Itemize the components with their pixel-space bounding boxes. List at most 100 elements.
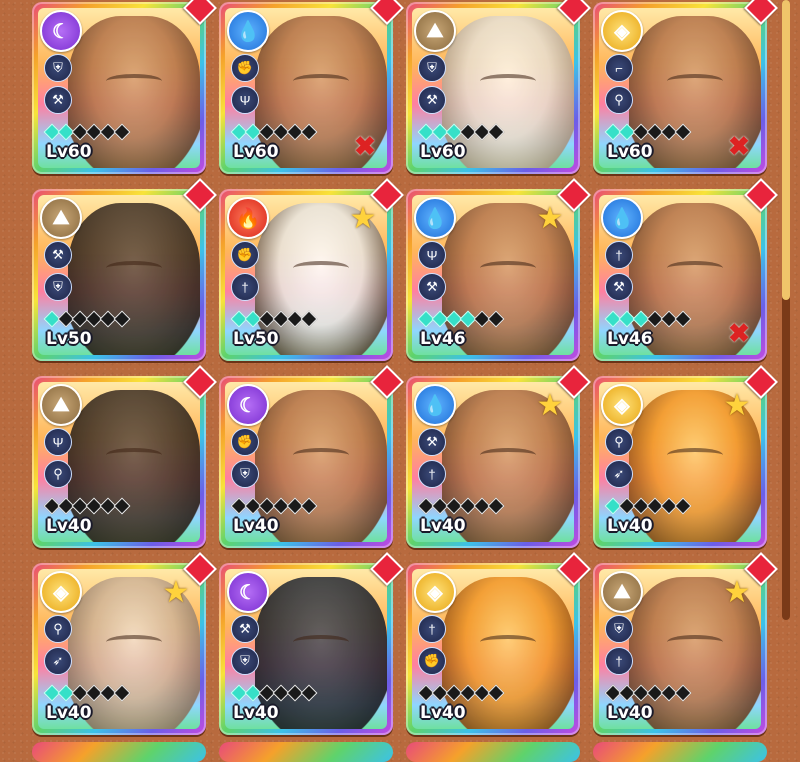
bow-icon: ➶: [44, 647, 72, 675]
character-card[interactable]: ⛰ ⛨ † Lv40 ★: [593, 552, 778, 735]
character-card[interactable]: ◈ ⚲ ➶ Lv40 ★: [32, 552, 217, 735]
rank-gem-icon: [300, 497, 318, 515]
character-card[interactable]: ⛰ ⚒ ⛨ Lv50: [32, 178, 217, 361]
level-label: Lv40: [233, 703, 279, 723]
level-label: Lv60: [420, 142, 466, 162]
star-badge-icon: ★: [349, 202, 377, 235]
level-label: Lv60: [233, 142, 279, 162]
character-card-partial[interactable]: [32, 742, 206, 762]
rank-gem-icon: [674, 684, 692, 702]
moon-element-icon: ☾: [40, 10, 82, 52]
level-label: Lv40: [607, 703, 653, 723]
weapon-skill-icons: ⛨ ⚒: [44, 54, 74, 118]
rank-gems: [43, 123, 131, 141]
staff-icon: ⚲: [44, 615, 72, 643]
axe-icon: ⚒: [418, 428, 446, 456]
rank-gems: [417, 497, 505, 515]
weapon-skill-icons: ⚲ ➶: [605, 428, 635, 492]
character-card[interactable]: 💧 ⚒ † Lv40 ★: [406, 365, 591, 548]
level-label: Lv40: [46, 703, 92, 723]
level-label: Lv60: [46, 142, 92, 162]
trident-icon: Ψ: [231, 86, 259, 114]
earth-element-icon: ⛰: [414, 10, 456, 52]
character-card[interactable]: 🔥 ✊ † Lv50 ★: [219, 178, 404, 361]
character-card[interactable]: ☾ ⛨ ⚒ Lv60: [32, 0, 217, 174]
level-label: Lv50: [233, 329, 279, 349]
rank-gem-icon: [487, 684, 505, 702]
scroll-thumb[interactable]: [782, 0, 790, 300]
weapon-skill-icons: ✊ ⛨: [231, 428, 261, 492]
rank-gems: [604, 497, 692, 515]
character-card[interactable]: 💧 ✊ Ψ Lv60 ✖: [219, 0, 404, 174]
earth-element-icon: ⛰: [40, 384, 82, 426]
character-card[interactable]: ◈ ⌐ ⚲ Lv60 ✖: [593, 0, 778, 174]
level-label: Lv40: [233, 516, 279, 536]
fist-icon: ✊: [231, 428, 259, 456]
character-card[interactable]: 💧 Ψ ⚒ Lv46 ★: [406, 178, 591, 361]
level-label: Lv40: [420, 703, 466, 723]
light-element-icon: ◈: [40, 571, 82, 613]
card-frame: ◈ ⚲ ➶ Lv40 ★: [599, 382, 761, 542]
rank-gems: [604, 684, 692, 702]
water-element-icon: 💧: [227, 10, 269, 52]
weapon-skill-icons: ✊ Ψ: [231, 54, 261, 118]
weapon-skill-icons: ⚒ †: [418, 428, 448, 492]
axe-icon: ⚒: [605, 273, 633, 301]
character-card[interactable]: 💧 † ⚒ Lv46 ✖: [593, 178, 778, 361]
character-card[interactable]: ☾ ⚒ ⛨ Lv40: [219, 552, 404, 735]
character-card[interactable]: ◈ † ✊ Lv40: [406, 552, 591, 735]
shield-icon: ⛨: [44, 273, 72, 301]
level-label: Lv40: [607, 516, 653, 536]
weapon-skill-icons: ⛨ †: [605, 615, 635, 679]
card-frame: ☾ ⛨ ⚒ Lv60: [38, 8, 200, 168]
rank-gem-icon: [674, 497, 692, 515]
rank-gem-icon: [487, 123, 505, 141]
weapon-skill-icons: ⚒ ⛨: [44, 241, 74, 305]
moon-element-icon: ☾: [227, 384, 269, 426]
fire-element-icon: 🔥: [227, 197, 269, 239]
card-frame: 🔥 ✊ † Lv50 ★: [225, 195, 387, 355]
shield-icon: ⛨: [44, 54, 72, 82]
character-card[interactable]: ⛰ ⛨ ⚒ Lv60: [406, 0, 591, 174]
level-label: Lv40: [420, 516, 466, 536]
level-label: Lv46: [607, 329, 653, 349]
weapon-skill-icons: Ψ ⚲: [44, 428, 74, 492]
water-element-icon: 💧: [601, 197, 643, 239]
card-frame: ⛰ Ψ ⚲ Lv40: [38, 382, 200, 542]
character-card[interactable]: ⛰ Ψ ⚲ Lv40: [32, 365, 217, 548]
weapon-skill-icons: ✊ †: [231, 241, 261, 305]
star-badge-icon: ★: [536, 202, 564, 235]
weapon-skill-icons: ⛨ ⚒: [418, 54, 448, 118]
axe-icon: ⚒: [231, 615, 259, 643]
water-element-icon: 💧: [414, 384, 456, 426]
card-frame: ⛰ ⚒ ⛨ Lv50: [38, 195, 200, 355]
sword-icon: †: [418, 460, 446, 488]
crossed-swords-icon: ✖: [728, 131, 750, 161]
card-frame: ☾ ✊ ⛨ Lv40: [225, 382, 387, 542]
character-card[interactable]: ☾ ✊ ⛨ Lv40: [219, 365, 404, 548]
light-element-icon: ◈: [414, 571, 456, 613]
character-card-partial[interactable]: [406, 742, 580, 762]
earth-element-icon: ⛰: [40, 197, 82, 239]
trident-icon: Ψ: [44, 428, 72, 456]
rank-gems: [604, 310, 692, 328]
rank-gems: [417, 684, 505, 702]
rank-gem-icon: [300, 310, 318, 328]
trident-icon: Ψ: [418, 241, 446, 269]
shield-icon: ⛨: [231, 460, 259, 488]
star-badge-icon: ★: [723, 389, 751, 422]
character-card-partial[interactable]: [219, 742, 393, 762]
axe-icon: ⚒: [44, 241, 72, 269]
rank-gem-icon: [113, 123, 131, 141]
rank-gem-icon: [487, 310, 505, 328]
shield-icon: ⛨: [418, 54, 446, 82]
rank-gems: [43, 497, 131, 515]
light-element-icon: ◈: [601, 10, 643, 52]
rank-gem-icon: [487, 497, 505, 515]
character-card[interactable]: ◈ ⚲ ➶ Lv40 ★: [593, 365, 778, 548]
roster-scrollbar[interactable]: [782, 0, 790, 620]
rank-gems: [604, 123, 692, 141]
staff-icon: ⚲: [605, 86, 633, 114]
character-card-partial[interactable]: [593, 742, 767, 762]
card-frame: ⛰ ⛨ † Lv40 ★: [599, 569, 761, 729]
